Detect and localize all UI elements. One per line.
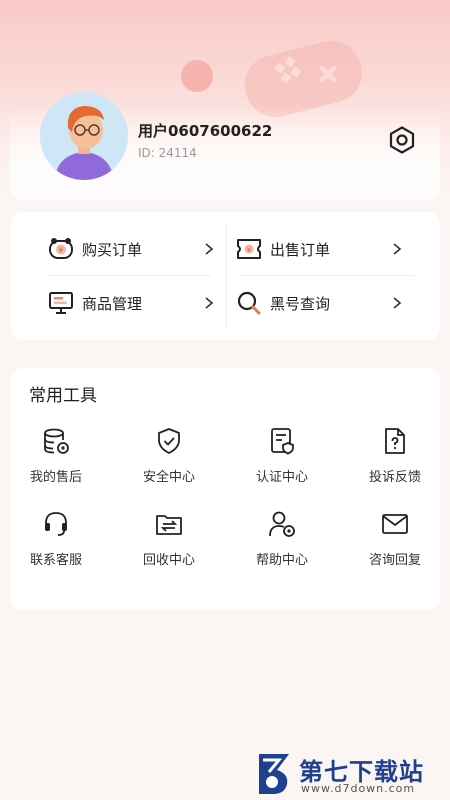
tool-complaint-feedback[interactable]: 投诉反馈 xyxy=(350,426,440,492)
chevron-right-icon xyxy=(393,297,402,309)
watermark: 第七下载站 www.d7down.com xyxy=(255,748,450,800)
tool-label: 联系客服 xyxy=(29,553,82,568)
settings-button[interactable] xyxy=(386,124,418,156)
buy-order-label: 购买订单 xyxy=(82,240,143,259)
tool-after-sales[interactable]: 我的售后 xyxy=(11,426,101,492)
chevron-right-icon xyxy=(205,243,214,255)
user-id: ID: 24114 xyxy=(138,146,197,160)
after-sales-icon xyxy=(44,428,69,454)
settings-hexagon-icon xyxy=(389,126,415,154)
mail-icon xyxy=(382,514,408,534)
tool-consult-reply[interactable]: 咨询回复 xyxy=(350,509,440,575)
divider xyxy=(226,222,227,330)
headset-icon xyxy=(45,512,67,536)
blacklist-query-item[interactable]: 黑号查询 xyxy=(236,276,402,330)
tool-recycle-center[interactable]: 回收中心 xyxy=(124,509,214,575)
tool-help-center[interactable]: 帮助中心 xyxy=(237,509,327,575)
buy-order-icon: ¥ xyxy=(48,236,74,262)
recycle-icon xyxy=(156,515,182,535)
shield-icon xyxy=(158,428,180,454)
svg-text:¥: ¥ xyxy=(247,246,251,254)
avatar[interactable] xyxy=(40,92,128,180)
avatar-icon xyxy=(40,92,128,180)
chevron-right-icon xyxy=(205,297,214,309)
product-manage-label: 商品管理 xyxy=(82,294,143,313)
blacklist-query-label: 黑号查询 xyxy=(270,294,331,313)
tool-label: 认证中心 xyxy=(255,470,308,485)
tool-label: 帮助中心 xyxy=(255,553,308,568)
sell-order-icon: ¥ xyxy=(236,236,262,262)
help-user-icon xyxy=(269,511,295,537)
username: 用户0607600622 xyxy=(138,122,273,140)
decor-ball xyxy=(181,60,213,92)
tool-label: 安全中心 xyxy=(142,470,195,485)
tool-customer-service[interactable]: 联系客服 xyxy=(11,509,101,575)
tool-label: 我的售后 xyxy=(29,470,82,485)
product-manage-item[interactable]: 商品管理 xyxy=(48,276,214,330)
product-manage-icon xyxy=(48,290,74,316)
tools-title: 常用工具 xyxy=(29,386,97,406)
complaint-icon xyxy=(385,428,405,454)
svg-text:¥: ¥ xyxy=(59,247,64,255)
tool-certification-center[interactable]: 认证中心 xyxy=(237,426,327,492)
certificate-icon xyxy=(271,428,294,455)
watermark-logo-icon xyxy=(259,754,289,794)
tool-label: 投诉反馈 xyxy=(368,470,421,485)
tool-label: 咨询回复 xyxy=(368,553,421,568)
buy-order-item[interactable]: ¥ 购买订单 xyxy=(48,222,214,276)
sell-order-label: 出售订单 xyxy=(270,240,331,259)
chevron-right-icon xyxy=(393,243,402,255)
search-icon xyxy=(236,290,262,316)
tool-security-center[interactable]: 安全中心 xyxy=(124,426,214,492)
watermark-url: www.d7down.com xyxy=(301,782,416,795)
sell-order-item[interactable]: ¥ 出售订单 xyxy=(236,222,402,276)
tool-label: 回收中心 xyxy=(142,553,195,568)
